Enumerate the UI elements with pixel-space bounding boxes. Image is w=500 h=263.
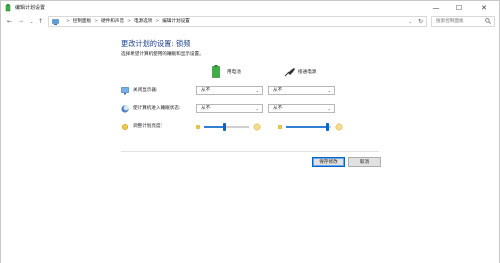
save-button[interactable]: 保存修改 bbox=[312, 157, 345, 167]
slider-fill bbox=[286, 126, 327, 128]
sun-large-icon bbox=[253, 123, 261, 131]
back-button[interactable]: ← bbox=[5, 17, 14, 26]
sleep-moon-icon bbox=[121, 105, 129, 113]
address-bar[interactable]: > 控制面板 > 硬件和声音 > 电源选项 > 编辑计划设置 ⌄ ↻ bbox=[48, 16, 427, 27]
brightness-plugged-slider[interactable] bbox=[277, 122, 343, 132]
sun-icon bbox=[121, 123, 129, 131]
select-value: 从不 bbox=[201, 106, 211, 111]
select-value: 从不 bbox=[201, 88, 211, 93]
select-value: 从不 bbox=[273, 88, 283, 93]
address-row: ← → ⌄ ↑ > 控制面板 > 硬件和声音 > 电源选项 > 编辑计划设置 ⌄ ↻ 搜索控制… bbox=[1, 15, 499, 28]
chevron-down-icon: ⌄ bbox=[327, 88, 331, 93]
monitor-icon bbox=[121, 87, 129, 95]
breadcrumb-separator: > bbox=[127, 19, 131, 24]
slider-track bbox=[204, 123, 249, 131]
column-label-plugged: 接通电源 bbox=[298, 70, 317, 75]
sun-small-icon bbox=[277, 124, 283, 130]
cancel-button[interactable]: 取消 bbox=[348, 157, 381, 167]
maximize-button[interactable]: ☐ bbox=[450, 1, 468, 15]
breadcrumb-separator: > bbox=[66, 19, 70, 24]
brightness-label: 调整计划亮度: bbox=[133, 124, 163, 129]
slider-thumb[interactable] bbox=[326, 123, 329, 131]
page-subtitle: 选择希望计算机使用的睡眠和显示设置。 bbox=[121, 52, 204, 57]
display-off-plugged-select[interactable]: 从不 ⌄ bbox=[268, 86, 335, 95]
chevron-down-icon: ⌄ bbox=[255, 106, 259, 111]
battery-icon bbox=[212, 65, 220, 78]
power-options-icon bbox=[5, 4, 11, 12]
breadcrumb: > 控制面板 > 硬件和声音 > 电源选项 > 编辑计划设置 bbox=[63, 17, 190, 26]
main-content: 更改计划的设置: 锁频 选择希望计算机使用的睡眠和显示设置。 用电池 接通电源 … bbox=[1, 29, 499, 263]
row-sleep: 使计算机进入睡眠状态: 从不 ⌄ 从不 ⌄ bbox=[121, 104, 421, 114]
up-button[interactable]: ↑ bbox=[36, 17, 45, 26]
breadcrumb-item-hardware-sound[interactable]: 硬件和声音 bbox=[101, 19, 124, 24]
forward-button[interactable]: → bbox=[16, 17, 25, 26]
sleep-label: 使计算机进入睡眠状态: bbox=[133, 106, 181, 111]
breadcrumb-separator: > bbox=[94, 19, 99, 24]
divider bbox=[121, 151, 379, 152]
address-dropdown-icon[interactable]: ⌄ bbox=[409, 17, 412, 26]
display-off-battery-select[interactable]: 从不 ⌄ bbox=[196, 86, 263, 95]
breadcrumb-item-control-panel[interactable]: 控制面板 bbox=[73, 19, 91, 24]
window-title: 编辑计划设置 bbox=[15, 5, 46, 11]
sleep-battery-select[interactable]: 从不 ⌄ bbox=[196, 104, 263, 113]
slider-thumb[interactable] bbox=[223, 123, 226, 131]
column-label-battery: 用电池 bbox=[227, 70, 241, 75]
chevron-down-icon: ⌄ bbox=[255, 88, 259, 93]
brightness-battery-slider[interactable] bbox=[195, 122, 261, 132]
search-icon bbox=[485, 18, 491, 24]
breadcrumb-separator: > bbox=[155, 19, 160, 24]
page-title: 更改计划的设置: 锁频 bbox=[121, 39, 191, 48]
recent-locations-button[interactable]: ⌄ bbox=[27, 17, 36, 26]
breadcrumb-item-edit-plan[interactable]: 编辑计划设置 bbox=[162, 19, 190, 24]
minimize-button[interactable]: — bbox=[427, 1, 445, 15]
power-plan-window: 编辑计划设置 — ☐ ✕ ← → ⌄ ↑ > 控制面板 > 硬件和声音 > 电源选项 > 编辑… bbox=[0, 0, 500, 263]
sun-small-icon bbox=[195, 124, 201, 130]
plug-icon bbox=[284, 68, 295, 77]
select-value: 从不 bbox=[273, 106, 283, 111]
search-input[interactable]: 搜索控制面板 bbox=[431, 16, 495, 27]
refresh-icon[interactable]: ↻ bbox=[418, 17, 423, 26]
display-off-label: 关闭显示器: bbox=[133, 88, 158, 93]
slider-track bbox=[286, 123, 331, 131]
breadcrumb-item-power-options[interactable]: 电源选项 bbox=[134, 19, 152, 24]
row-display-off: 关闭显示器: 从不 ⌄ 从不 ⌄ bbox=[121, 86, 421, 96]
sleep-plugged-select[interactable]: 从不 ⌄ bbox=[268, 104, 335, 113]
sun-large-icon bbox=[335, 123, 343, 131]
row-brightness: 调整计划亮度: bbox=[121, 122, 421, 132]
control-panel-icon bbox=[52, 19, 59, 25]
slider-fill bbox=[204, 126, 224, 128]
title-bar: 编辑计划设置 — ☐ ✕ bbox=[1, 1, 499, 15]
close-button[interactable]: ✕ bbox=[475, 1, 493, 15]
search-placeholder: 搜索控制面板 bbox=[436, 19, 464, 24]
chevron-down-icon: ⌄ bbox=[327, 106, 331, 111]
